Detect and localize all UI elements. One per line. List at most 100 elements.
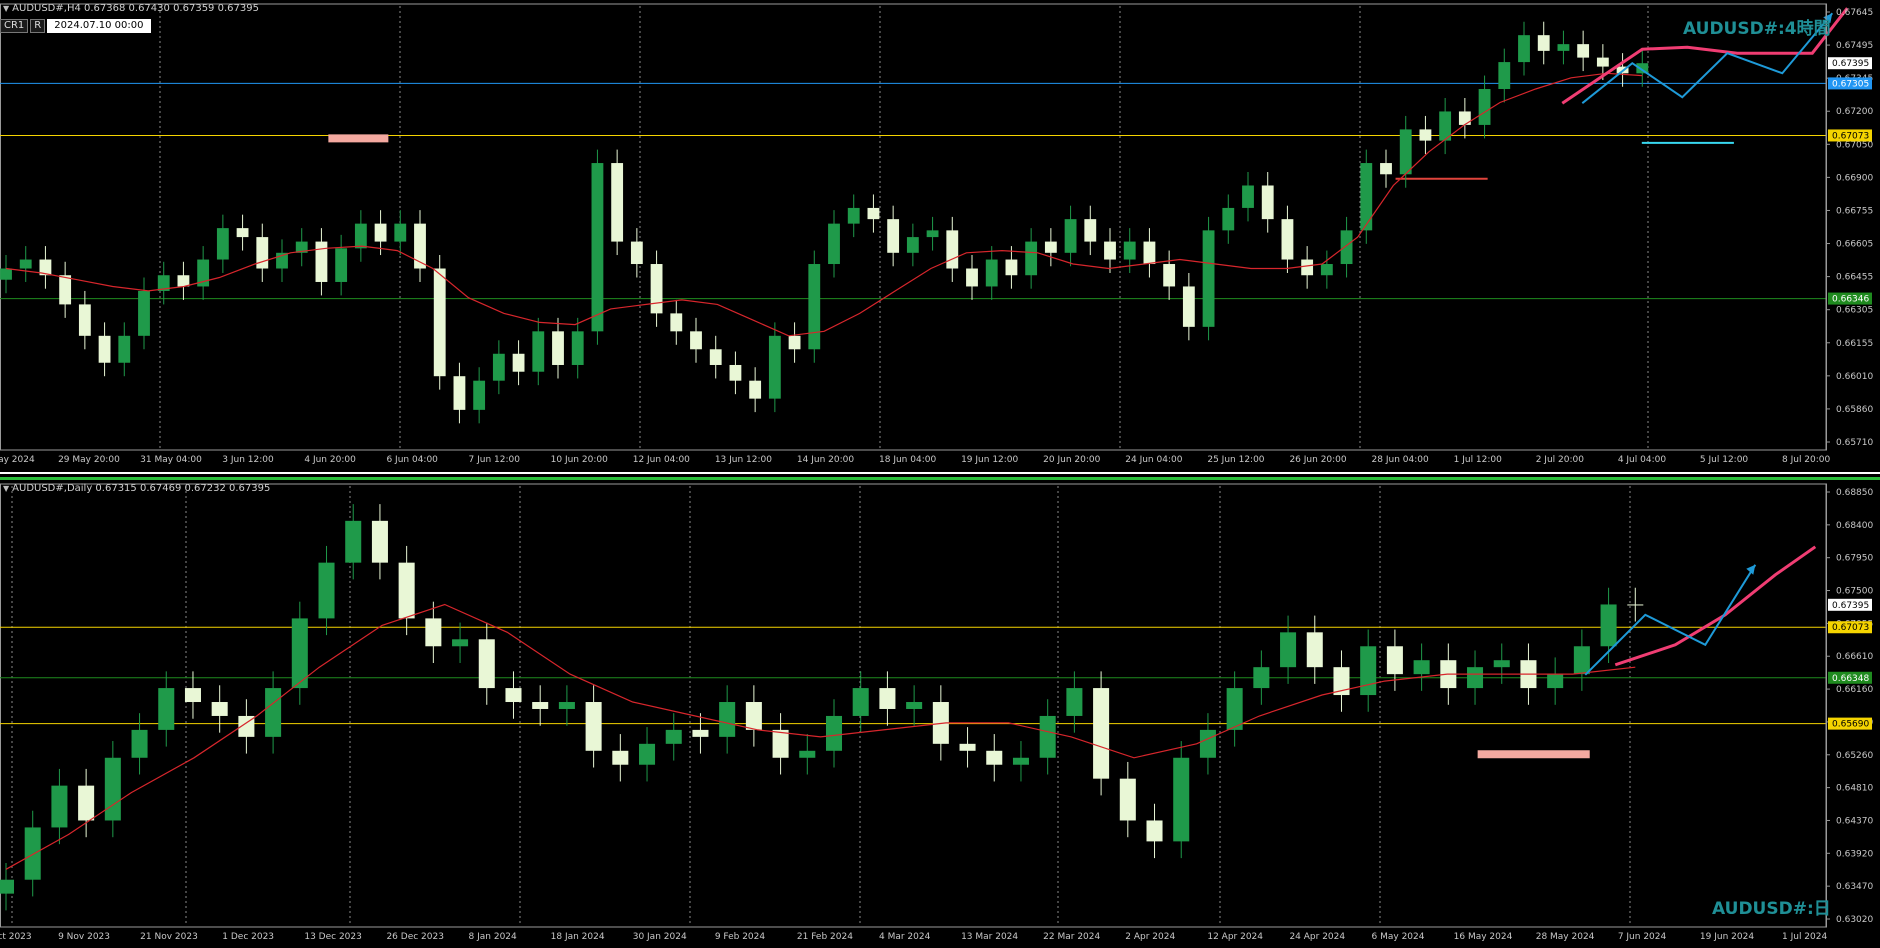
collapse-triangle-icon[interactable]: ▼ bbox=[3, 4, 9, 13]
candle-body bbox=[1119, 778, 1136, 821]
time-tick-label: 1 Jul 12:00 bbox=[1454, 455, 1503, 465]
time-tick-label: 12 Jun 04:00 bbox=[633, 455, 690, 465]
candle-body bbox=[177, 275, 190, 287]
h4-watermark-label: AUDUSD#:4時間 bbox=[1683, 19, 1831, 39]
time-tick-label: 31 May 04:00 bbox=[140, 455, 202, 465]
daily-chart-header: ▼ AUDUSD#,Daily 0.67315 0.67469 0.67232 0… bbox=[3, 483, 270, 494]
candle-body bbox=[1226, 688, 1243, 730]
price-tick-label: 0.63920 bbox=[1836, 849, 1873, 859]
candle-body bbox=[959, 743, 976, 751]
candle-body bbox=[184, 688, 201, 703]
pink-forecast-line bbox=[1614, 545, 1817, 667]
candle-body bbox=[808, 264, 821, 350]
candle-body bbox=[315, 241, 328, 282]
candle-body bbox=[591, 163, 604, 332]
time-tick-label: 13 Jun 12:00 bbox=[715, 455, 772, 465]
candle-body bbox=[453, 376, 466, 410]
time-tick-label: 22 Mar 2024 bbox=[1043, 932, 1100, 942]
candle-body bbox=[1012, 757, 1029, 765]
candle-body bbox=[867, 207, 880, 220]
candle-body bbox=[611, 163, 624, 242]
daily-chart-pane[interactable]: 0.688500.684000.679500.675000.670550.666… bbox=[0, 477, 1880, 948]
candle-body bbox=[1320, 264, 1333, 276]
time-tick-label: 2 Apr 2024 bbox=[1125, 932, 1175, 942]
time-tick-label: 13 Dec 2023 bbox=[304, 932, 362, 942]
candle-body bbox=[211, 702, 228, 716]
time-tick-label: 28 May 2024 bbox=[1536, 932, 1595, 942]
candle-body bbox=[692, 729, 709, 737]
price-tick-label: 0.66605 bbox=[1836, 240, 1873, 250]
candle-body bbox=[749, 380, 762, 399]
daily-chart-svg[interactable]: 0.688500.684000.679500.675000.670550.666… bbox=[0, 480, 1880, 948]
candle-body bbox=[719, 702, 736, 737]
moving-average-line bbox=[5, 603, 1636, 870]
candle-body bbox=[1627, 604, 1644, 606]
candle-body bbox=[1600, 604, 1617, 647]
time-tick-label: 19 Jun 2024 bbox=[1700, 932, 1754, 942]
time-tick-label: 7 Jun 2024 bbox=[1618, 932, 1667, 942]
candle-body bbox=[452, 639, 469, 647]
candle-body bbox=[799, 750, 816, 758]
time-tick-label: 4 Mar 2024 bbox=[879, 932, 931, 942]
candle-body bbox=[335, 248, 348, 282]
candle-body bbox=[985, 259, 998, 287]
price-tick-label: 0.67500 bbox=[1836, 587, 1873, 597]
price-tick-label: 0.66755 bbox=[1836, 206, 1873, 216]
candle-body bbox=[492, 353, 505, 381]
h4-chart-svg[interactable]: 0.676450.674950.673450.672000.670500.669… bbox=[0, 0, 1880, 472]
candle-body bbox=[236, 228, 249, 238]
candle-body bbox=[1360, 163, 1373, 231]
current-price-tag-label: 0.67395 bbox=[1832, 601, 1869, 611]
candle-body bbox=[1281, 219, 1294, 260]
time-tick-label: 20 Oct 2023 bbox=[0, 932, 32, 942]
h4-chart-pane[interactable]: 0.676450.674950.673450.672000.670500.669… bbox=[0, 0, 1880, 474]
candle-body bbox=[1123, 241, 1136, 260]
candle-body bbox=[78, 304, 91, 336]
candle-body bbox=[532, 331, 545, 372]
level-price-tag-label: 0.67073 bbox=[1832, 131, 1869, 141]
candle-body bbox=[59, 275, 72, 305]
candle-body bbox=[1458, 111, 1471, 125]
candle-body bbox=[1143, 241, 1156, 265]
price-tick-label: 0.66160 bbox=[1836, 685, 1873, 695]
candle-body bbox=[1064, 219, 1077, 253]
candle-body bbox=[552, 331, 564, 365]
candle-body bbox=[926, 230, 939, 238]
candle-body bbox=[1467, 667, 1484, 689]
time-tick-label: 2 Jul 20:00 bbox=[1536, 455, 1585, 465]
time-tick-label: 6 May 2024 bbox=[1372, 932, 1425, 942]
time-tick-label: 14 Jun 20:00 bbox=[797, 455, 854, 465]
time-tick-label: 28 May 2024 bbox=[0, 455, 35, 465]
candle-body bbox=[1093, 688, 1110, 779]
candle-body bbox=[670, 313, 683, 332]
price-tick-label: 0.66155 bbox=[1836, 339, 1873, 349]
crosshair-stamp: CR1 R 2024.07.10 00:00 bbox=[0, 19, 151, 33]
time-tick-label: 26 Dec 2023 bbox=[386, 932, 444, 942]
collapse-triangle-icon[interactable]: ▼ bbox=[3, 484, 9, 493]
candle-body bbox=[345, 520, 362, 563]
candle-body bbox=[1173, 757, 1190, 842]
candle-body bbox=[1537, 35, 1550, 51]
candle-body bbox=[745, 702, 762, 730]
candle-body bbox=[906, 702, 923, 709]
level-price-tag-label: 0.66346 bbox=[1832, 295, 1869, 305]
level-price-tag-label: 0.67305 bbox=[1832, 79, 1869, 89]
candle-body bbox=[24, 827, 41, 880]
time-tick-label: 16 May 2024 bbox=[1454, 932, 1513, 942]
candle-body bbox=[1577, 44, 1590, 58]
candle-body bbox=[478, 639, 495, 689]
time-tick-label: 7 Jun 12:00 bbox=[469, 455, 521, 465]
candle-body bbox=[887, 219, 900, 253]
level-price-tag-label: 0.65690 bbox=[1832, 720, 1869, 730]
candle-body bbox=[825, 715, 843, 751]
candle-body bbox=[966, 268, 978, 287]
candle-body bbox=[1182, 286, 1195, 327]
candle-body bbox=[1493, 660, 1510, 668]
candle-body bbox=[1253, 667, 1270, 689]
daily-watermark-label: AUDUSD#:日 bbox=[1712, 899, 1831, 919]
time-tick-label: 21 Nov 2023 bbox=[140, 932, 198, 942]
candle-body bbox=[558, 702, 575, 709]
price-tick-label: 0.66610 bbox=[1836, 652, 1873, 662]
time-tick-label: 20 Jun 20:00 bbox=[1043, 455, 1100, 465]
time-tick-label: 25 Jun 12:00 bbox=[1207, 455, 1264, 465]
